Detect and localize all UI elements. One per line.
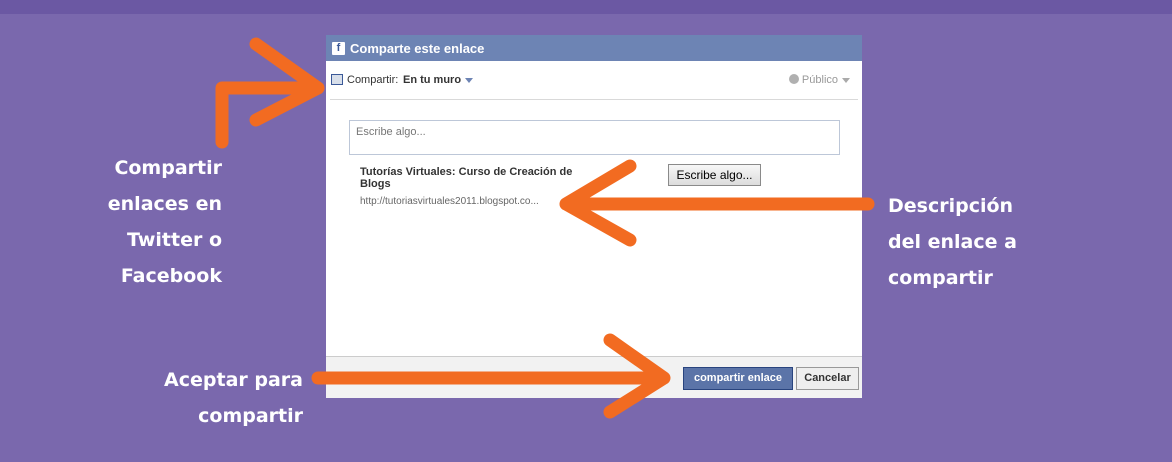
arrow-right <box>559 159 875 247</box>
arrows-overlay <box>215 37 875 419</box>
arrow-left <box>215 37 325 149</box>
arrow-bottom <box>311 333 671 419</box>
